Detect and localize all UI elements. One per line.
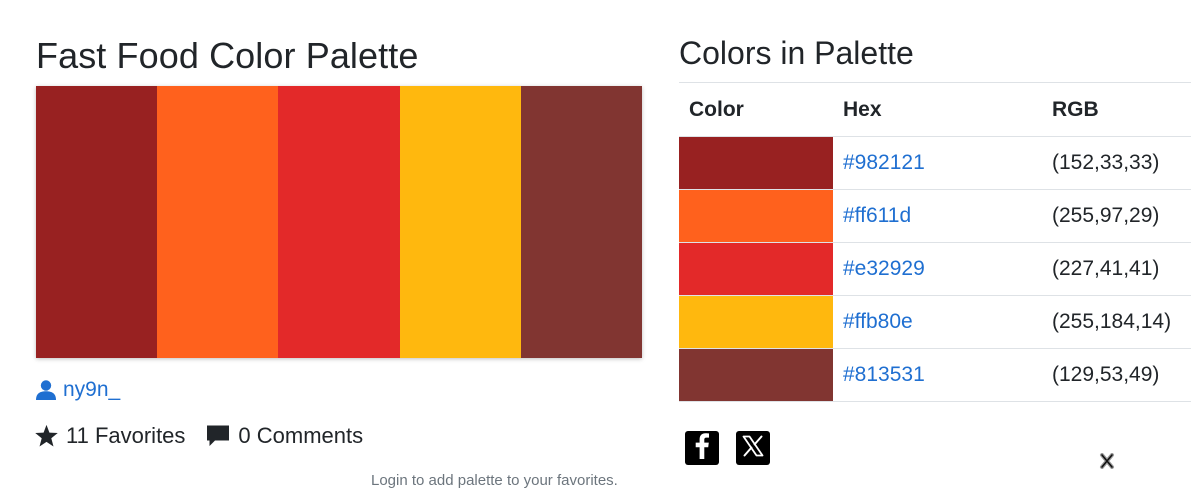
facebook-icon <box>694 432 710 464</box>
colors-table: Color Hex RGB #982121 (152,33,33) #ff611… <box>679 82 1191 402</box>
hex-cell: #ff611d <box>833 189 1042 243</box>
rgb-cell: (255,97,29) <box>1042 189 1191 243</box>
hex-link[interactable]: #e32929 <box>843 257 925 280</box>
table-header-row: Color Hex RGB <box>679 82 1191 137</box>
page-title: Fast Food Color Palette <box>36 35 419 76</box>
palette-swatch[interactable] <box>36 86 158 358</box>
color-column-header: Color <box>679 82 833 137</box>
x-share-button[interactable] <box>736 431 770 465</box>
comments-stat: 0 Comments <box>205 423 363 449</box>
table-row: #ff611d (255,97,29) <box>679 189 1191 243</box>
rgb-column-header: RGB <box>1042 82 1191 137</box>
palette-swatch[interactable] <box>520 86 643 358</box>
color-swatch-cell <box>679 348 833 402</box>
hex-link[interactable]: #813531 <box>843 363 925 386</box>
hex-link[interactable]: #982121 <box>843 151 925 174</box>
table-row: #982121 (152,33,33) <box>679 136 1191 190</box>
x-icon <box>742 435 764 462</box>
user-icon <box>35 379 57 401</box>
hex-cell: #ffb80e <box>833 295 1042 349</box>
close-icon[interactable] <box>1099 453 1115 469</box>
palette-swatch[interactable] <box>399 86 521 358</box>
color-swatch-cell <box>679 136 833 190</box>
palette-preview <box>36 86 643 358</box>
color-swatch-cell <box>679 295 833 349</box>
rgb-cell: (227,41,41) <box>1042 242 1191 296</box>
color-swatch-cell <box>679 242 833 296</box>
table-row: #813531 (129,53,49) <box>679 348 1191 402</box>
palette-swatch[interactable] <box>278 86 400 358</box>
facebook-share-button[interactable] <box>685 431 719 465</box>
star-icon <box>34 424 59 448</box>
table-row: #e32929 (227,41,41) <box>679 242 1191 296</box>
author-link[interactable]: ny9n_ <box>35 378 120 402</box>
comment-icon <box>205 424 231 448</box>
hex-column-header: Hex <box>833 82 1042 137</box>
hex-link[interactable]: #ff611d <box>843 204 911 227</box>
favorites-stat: 11 Favorites <box>34 423 185 449</box>
color-swatch-cell <box>679 189 833 243</box>
rgb-cell: (255,184,14) <box>1042 295 1191 349</box>
colors-panel-title: Colors in Palette <box>679 35 914 71</box>
palette-stats: 11 Favorites 0 Comments <box>34 423 363 449</box>
palette-swatch[interactable] <box>157 86 279 358</box>
rgb-cell: (129,53,49) <box>1042 348 1191 402</box>
favorites-count: 11 Favorites <box>66 423 186 448</box>
comments-count: 0 Comments <box>238 423 364 448</box>
hex-cell: #813531 <box>833 348 1042 402</box>
rgb-cell: (152,33,33) <box>1042 136 1191 190</box>
login-note: Login to add palette to your favorites. <box>371 472 618 489</box>
hex-link[interactable]: #ffb80e <box>843 310 913 333</box>
share-buttons <box>685 431 770 465</box>
hex-cell: #982121 <box>833 136 1042 190</box>
hex-cell: #e32929 <box>833 242 1042 296</box>
table-row: #ffb80e (255,184,14) <box>679 295 1191 349</box>
author-name: ny9n_ <box>63 378 121 401</box>
